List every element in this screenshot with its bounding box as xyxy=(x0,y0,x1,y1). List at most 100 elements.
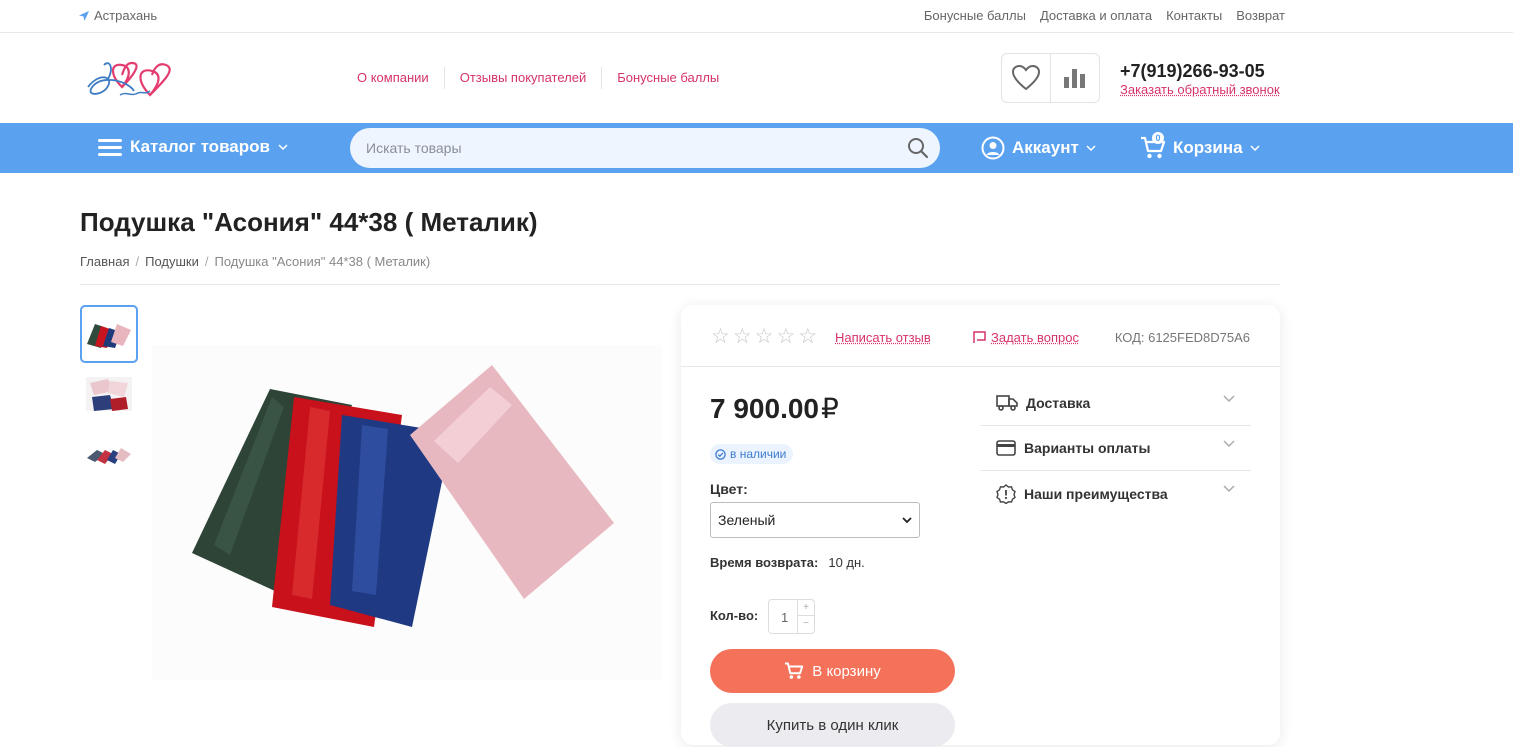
nav-bonus[interactable]: Бонусные баллы xyxy=(601,67,734,89)
top-link-bonus[interactable]: Бонусные баллы xyxy=(924,8,1026,23)
return-value: 10 дн. xyxy=(828,555,865,570)
top-links: Бонусные баллы Доставка и оплата Контакт… xyxy=(924,8,1285,23)
location-arrow-icon xyxy=(79,10,89,21)
breadcrumb-current: Подушка "Асония" 44*38 ( Металик) xyxy=(214,254,431,269)
star-icon: ☆ xyxy=(711,325,730,348)
accordion-payment[interactable]: Варианты оплаты xyxy=(980,426,1251,471)
catalog-label: Каталог товаров xyxy=(130,137,270,156)
accordion-payment-label: Варианты оплаты xyxy=(1024,440,1151,456)
star-icon: ☆ xyxy=(798,325,818,348)
city-selector[interactable]: Астрахань xyxy=(79,8,157,23)
thumbnail-3[interactable] xyxy=(80,425,138,483)
accordion-delivery-label: Доставка xyxy=(1026,395,1091,411)
city-label: Астрахань xyxy=(94,8,158,23)
nav-about[interactable]: О компании xyxy=(342,67,444,89)
pillows-thumbnail-image xyxy=(87,324,131,348)
favorites-button[interactable] xyxy=(1002,54,1050,102)
ask-question-link[interactable]: Задать вопрос xyxy=(973,330,1079,345)
pillows-product-image xyxy=(192,365,614,627)
stock-badge: в наличии xyxy=(710,444,794,464)
quantity-label: Кол-во: xyxy=(710,608,759,623)
star-icon: ☆ xyxy=(776,325,796,348)
add-to-cart-button[interactable]: В корзину xyxy=(710,649,955,693)
phone-number[interactable]: +7(919)266-93-05 xyxy=(1120,61,1265,82)
breadcrumb-separator: / xyxy=(204,254,209,269)
page-title: Подушка "Асония" 44*38 ( Металик) xyxy=(80,207,538,237)
thumbnail-list xyxy=(80,305,138,485)
ask-question-label: Задать вопрос xyxy=(991,330,1079,345)
top-link-return[interactable]: Возврат xyxy=(1236,8,1285,23)
one-click-buy-button[interactable]: Купить в один клик xyxy=(710,703,955,747)
menu-icon xyxy=(98,139,122,156)
main-nav: О компании Отзывы покупателей Бонусные б… xyxy=(342,67,734,89)
buy-card: ☆ ☆ ☆ ☆ ☆ Написать отзыв Задать вопрос К… xyxy=(681,305,1280,747)
search-input[interactable] xyxy=(350,128,940,168)
quantity-stepper[interactable]: 1 + − xyxy=(768,599,815,634)
chevron-down-icon xyxy=(1086,145,1096,151)
main-toolbar: Каталог товаров Аккаунт 0 Корзина xyxy=(0,123,1513,173)
search-icon[interactable] xyxy=(907,137,929,159)
badge-alert-icon xyxy=(996,483,1016,504)
chevron-down-icon xyxy=(1223,440,1235,448)
write-review-link[interactable]: Написать отзыв xyxy=(835,330,931,345)
chevron-down-icon xyxy=(278,144,288,150)
top-bar: Астрахань Бонусные баллы Доставка и опла… xyxy=(0,0,1513,33)
chevron-down-icon xyxy=(1223,395,1235,403)
chevron-down-icon xyxy=(902,517,912,523)
accordion-delivery[interactable]: Доставка xyxy=(980,381,1251,426)
quantity-spinner: + − xyxy=(797,600,814,633)
cart-menu[interactable]: 0 Корзина xyxy=(1140,132,1260,160)
thumbnail-1[interactable] xyxy=(80,305,138,363)
breadcrumb: Главная / Подушки / Подушка "Асония" 44*… xyxy=(80,254,430,269)
product-price: 7 900.00₽ xyxy=(710,392,839,425)
rating-stars[interactable]: ☆ ☆ ☆ ☆ ☆ xyxy=(711,325,818,348)
chevron-down-icon xyxy=(1223,485,1235,493)
price-value: 7 900.00 xyxy=(710,393,819,424)
card-top-row: ☆ ☆ ☆ ☆ ☆ Написать отзыв Задать вопрос К… xyxy=(681,305,1280,367)
cart-count-badge: 0 xyxy=(1152,132,1164,144)
info-accordion: Доставка Варианты оплаты Наши преимущест… xyxy=(980,381,1251,516)
add-to-cart-label: В корзину xyxy=(812,662,881,680)
top-link-delivery[interactable]: Доставка и оплата xyxy=(1040,8,1152,23)
star-icon: ☆ xyxy=(732,325,752,348)
color-label: Цвет: xyxy=(710,481,748,497)
pillows-thumbnail-image xyxy=(86,377,132,411)
credit-card-icon xyxy=(996,440,1016,456)
callback-link[interactable]: Заказать обратный звонок xyxy=(1120,82,1280,97)
one-click-label: Купить в один клик xyxy=(766,716,899,734)
accordion-advantages[interactable]: Наши преимущества xyxy=(980,471,1251,516)
plus-button[interactable]: + xyxy=(798,600,814,616)
user-circle-icon xyxy=(981,136,1005,160)
color-select-value: Зеленый xyxy=(718,512,776,528)
stock-label: в наличии xyxy=(730,447,787,461)
top-link-contacts[interactable]: Контакты xyxy=(1166,8,1222,23)
check-circle-icon xyxy=(715,448,726,460)
header-icon-group xyxy=(1001,53,1100,103)
product-code: КОД: 6125FED8D75A6 xyxy=(1114,330,1250,345)
account-label: Аккаунт xyxy=(1012,138,1079,157)
breadcrumb-separator: / xyxy=(135,254,140,269)
star-icon: ☆ xyxy=(754,325,774,348)
nav-reviews[interactable]: Отзывы покупателей xyxy=(443,67,602,89)
cart-label: Корзина xyxy=(1173,138,1243,157)
breadcrumb-home[interactable]: Главная xyxy=(80,254,129,269)
header: О компании Отзывы покупателей Бонусные б… xyxy=(0,33,1513,123)
minus-button[interactable]: − xyxy=(798,616,814,631)
thumbnail-2[interactable] xyxy=(80,365,138,423)
compare-button[interactable] xyxy=(1050,54,1099,102)
currency-symbol: ₽ xyxy=(821,393,839,424)
truck-icon xyxy=(996,395,1018,411)
breadcrumb-category[interactable]: Подушки xyxy=(145,254,199,269)
question-flag-icon xyxy=(973,331,986,343)
color-select[interactable]: Зеленый xyxy=(710,502,920,538)
site-logo[interactable] xyxy=(80,51,180,105)
account-menu[interactable]: Аккаунт xyxy=(981,136,1096,160)
return-label: Время возврата: xyxy=(710,555,819,570)
catalog-button[interactable]: Каталог товаров xyxy=(98,137,288,157)
return-info: Время возврата: 10 дн. xyxy=(710,555,865,570)
accordion-advantages-label: Наши преимущества xyxy=(1024,485,1168,502)
product-main-image[interactable] xyxy=(152,345,662,680)
cart-icon xyxy=(785,662,804,679)
quantity-value[interactable]: 1 xyxy=(781,610,788,625)
title-divider xyxy=(80,284,1280,285)
